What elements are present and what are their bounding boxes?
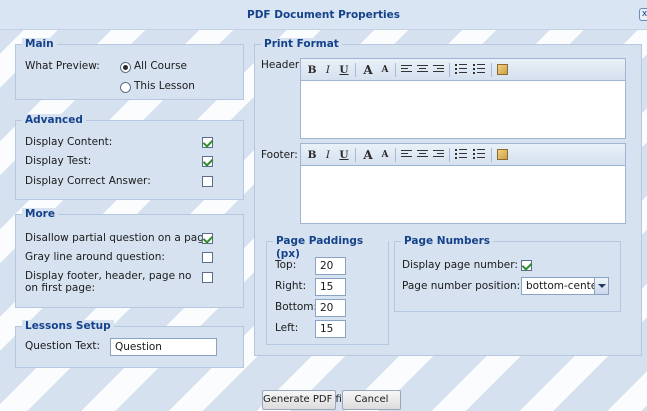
radio-all-course-label[interactable]: All Course xyxy=(134,60,187,72)
question-text-input[interactable]: Question xyxy=(110,338,217,356)
close-icon[interactable]: x xyxy=(639,8,647,21)
grow-font-icon[interactable]: A xyxy=(361,148,375,162)
display-correct-answer-checkbox[interactable] xyxy=(202,176,213,187)
toolbar-divider xyxy=(491,63,492,77)
disallow-partial-checkbox[interactable] xyxy=(202,233,213,244)
source-edit-icon[interactable] xyxy=(497,149,508,160)
align-center-icon[interactable] xyxy=(417,150,428,160)
toolbar-divider xyxy=(355,148,356,162)
title-bar: PDF Document Properties x xyxy=(0,0,647,30)
display-content-label: Display Content: xyxy=(25,136,113,148)
gray-line-checkbox[interactable] xyxy=(202,252,213,263)
italic-icon[interactable]: I xyxy=(323,148,333,162)
disallow-partial-label: Disallow partial question on a page: xyxy=(25,232,214,244)
display-correct-answer-label: Display Correct Answer: xyxy=(25,175,151,187)
display-footer-first-page-checkbox[interactable] xyxy=(202,272,213,283)
display-content-checkbox[interactable] xyxy=(202,137,213,148)
align-center-icon[interactable] xyxy=(417,65,428,75)
main-section: Main What Preview: All Course This Lesso… xyxy=(15,38,244,100)
align-right-icon[interactable] xyxy=(433,65,444,75)
page-number-position-select[interactable]: bottom-center xyxy=(521,277,609,295)
display-test-label: Display Test: xyxy=(25,155,92,167)
padding-right-label: Right: xyxy=(275,280,307,292)
more-section: More Disallow partial question on a page… xyxy=(15,208,244,308)
more-legend: More xyxy=(22,208,58,221)
footer-label: Footer: xyxy=(261,149,298,161)
toolbar-divider xyxy=(395,148,396,162)
page-numbers-section: Page Numbers Display page number: Page n… xyxy=(394,235,621,312)
shrink-font-icon[interactable]: A xyxy=(379,148,391,162)
dialog-title: PDF Document Properties xyxy=(247,9,400,21)
align-right-icon[interactable] xyxy=(433,150,444,160)
pdf-properties-dialog: PDF Document Properties x Main What Prev… xyxy=(0,0,647,411)
toolbar-divider xyxy=(449,148,450,162)
footer-toolbar: B I U A A xyxy=(301,144,625,166)
page-number-position-value: bottom-center xyxy=(526,280,602,292)
radio-all-course[interactable] xyxy=(120,62,131,73)
toolbar-divider xyxy=(395,63,396,77)
radio-this-lesson[interactable] xyxy=(120,82,131,93)
header-label: Header: xyxy=(261,59,303,71)
page-paddings-section: Page Paddings (px) Top: 20 Right: 15 Bot… xyxy=(266,235,389,345)
bold-icon[interactable]: B xyxy=(307,63,317,77)
display-footer-first-page-label: Display footer, header, page no on first… xyxy=(25,270,192,294)
page-number-position-label: Page number position: xyxy=(402,280,521,292)
padding-bottom-input[interactable]: 20 xyxy=(315,299,346,317)
source-edit-icon[interactable] xyxy=(497,64,508,75)
print-format-legend: Print Format xyxy=(261,38,342,51)
header-toolbar: B I U A A xyxy=(301,59,625,81)
ordered-list-icon[interactable] xyxy=(455,149,467,161)
padding-right-input[interactable]: 15 xyxy=(315,278,346,296)
lessons-setup-legend: Lessons Setup xyxy=(22,320,114,333)
cancel-button[interactable]: Cancel xyxy=(342,390,401,410)
print-format-section: Print Format Header: B I U A A Footer: B… xyxy=(254,38,642,356)
question-text-label: Question Text: xyxy=(25,340,101,352)
toolbar-divider xyxy=(449,63,450,77)
italic-icon[interactable]: I xyxy=(323,63,333,77)
bold-icon[interactable]: B xyxy=(307,148,317,162)
footer-editor[interactable]: B I U A A xyxy=(300,143,626,224)
header-editor[interactable]: B I U A A xyxy=(300,58,626,139)
display-page-number-checkbox[interactable] xyxy=(521,260,532,271)
what-preview-label: What Preview: xyxy=(25,60,100,72)
main-legend: Main xyxy=(22,38,57,51)
padding-bottom-label: Bottom: xyxy=(275,301,318,313)
display-test-checkbox[interactable] xyxy=(202,156,213,167)
padding-left-label: Left: xyxy=(275,322,299,334)
underline-icon[interactable]: U xyxy=(339,63,349,77)
unordered-list-icon[interactable] xyxy=(473,149,485,161)
toolbar-divider xyxy=(491,148,492,162)
ordered-list-icon[interactable] xyxy=(455,64,467,76)
advanced-legend: Advanced xyxy=(22,114,86,127)
display-page-number-label: Display page number: xyxy=(402,259,518,271)
align-left-icon[interactable] xyxy=(401,150,412,160)
gray-line-label: Gray line around question: xyxy=(25,251,165,263)
radio-this-lesson-label[interactable]: This Lesson xyxy=(134,80,195,92)
advanced-section: Advanced Display Content: Display Test: … xyxy=(15,114,244,200)
padding-top-input[interactable]: 20 xyxy=(315,257,346,275)
underline-icon[interactable]: U xyxy=(339,148,349,162)
padding-top-label: Top: xyxy=(275,259,297,271)
align-left-icon[interactable] xyxy=(401,65,412,75)
shrink-font-icon[interactable]: A xyxy=(379,63,391,77)
generate-pdf-button[interactable]: Generate PDF file xyxy=(262,390,351,410)
grow-font-icon[interactable]: A xyxy=(361,63,375,77)
toolbar-divider xyxy=(355,63,356,77)
padding-left-input[interactable]: 15 xyxy=(315,320,346,338)
lessons-setup-section: Lessons Setup Question Text: Question xyxy=(15,320,244,368)
unordered-list-icon[interactable] xyxy=(473,64,485,76)
page-numbers-legend: Page Numbers xyxy=(401,235,494,248)
chevron-down-icon[interactable] xyxy=(594,278,608,294)
